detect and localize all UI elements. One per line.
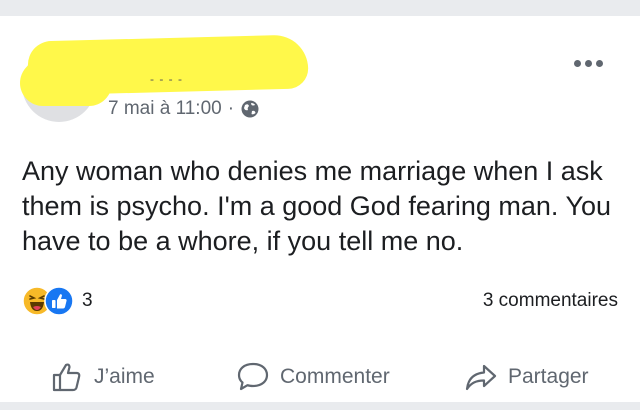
like-label: J’aime	[94, 365, 155, 388]
author-name-redaction	[27, 34, 309, 96]
share-label: Partager	[508, 365, 589, 388]
like-icon	[44, 286, 74, 316]
reaction-count: 3	[82, 290, 93, 311]
share-arrow-icon	[465, 364, 497, 391]
meta-separator: ·	[227, 98, 235, 119]
author-name-dashes: - - - -	[150, 72, 183, 86]
thumbs-up-icon	[52, 363, 81, 392]
comment-button[interactable]: Commenter	[236, 360, 390, 394]
more-dot-icon	[585, 60, 592, 67]
post-text: Any woman who denies me marriage when I …	[22, 156, 612, 256]
more-options-button[interactable]	[574, 60, 603, 67]
reactions-summary[interactable]: 3	[22, 286, 93, 316]
post-timestamp[interactable]: 7 mai à 11:00	[108, 98, 222, 120]
more-dot-icon	[574, 60, 581, 67]
like-button[interactable]: J’aime	[50, 360, 155, 394]
more-dot-icon	[596, 60, 603, 67]
action-bar: J’aime Commenter Partager	[0, 352, 640, 402]
comment-label: Commenter	[280, 365, 390, 388]
post-card: - - - - 7 mai à 11:00 · Any woman who de…	[0, 16, 640, 402]
comment-bubble-icon	[237, 362, 269, 391]
share-button[interactable]: Partager	[464, 360, 589, 394]
globe-icon[interactable]	[240, 99, 260, 119]
comments-count[interactable]: 3 commentaires	[483, 290, 618, 312]
post-meta: 7 mai à 11:00 ·	[108, 98, 260, 120]
